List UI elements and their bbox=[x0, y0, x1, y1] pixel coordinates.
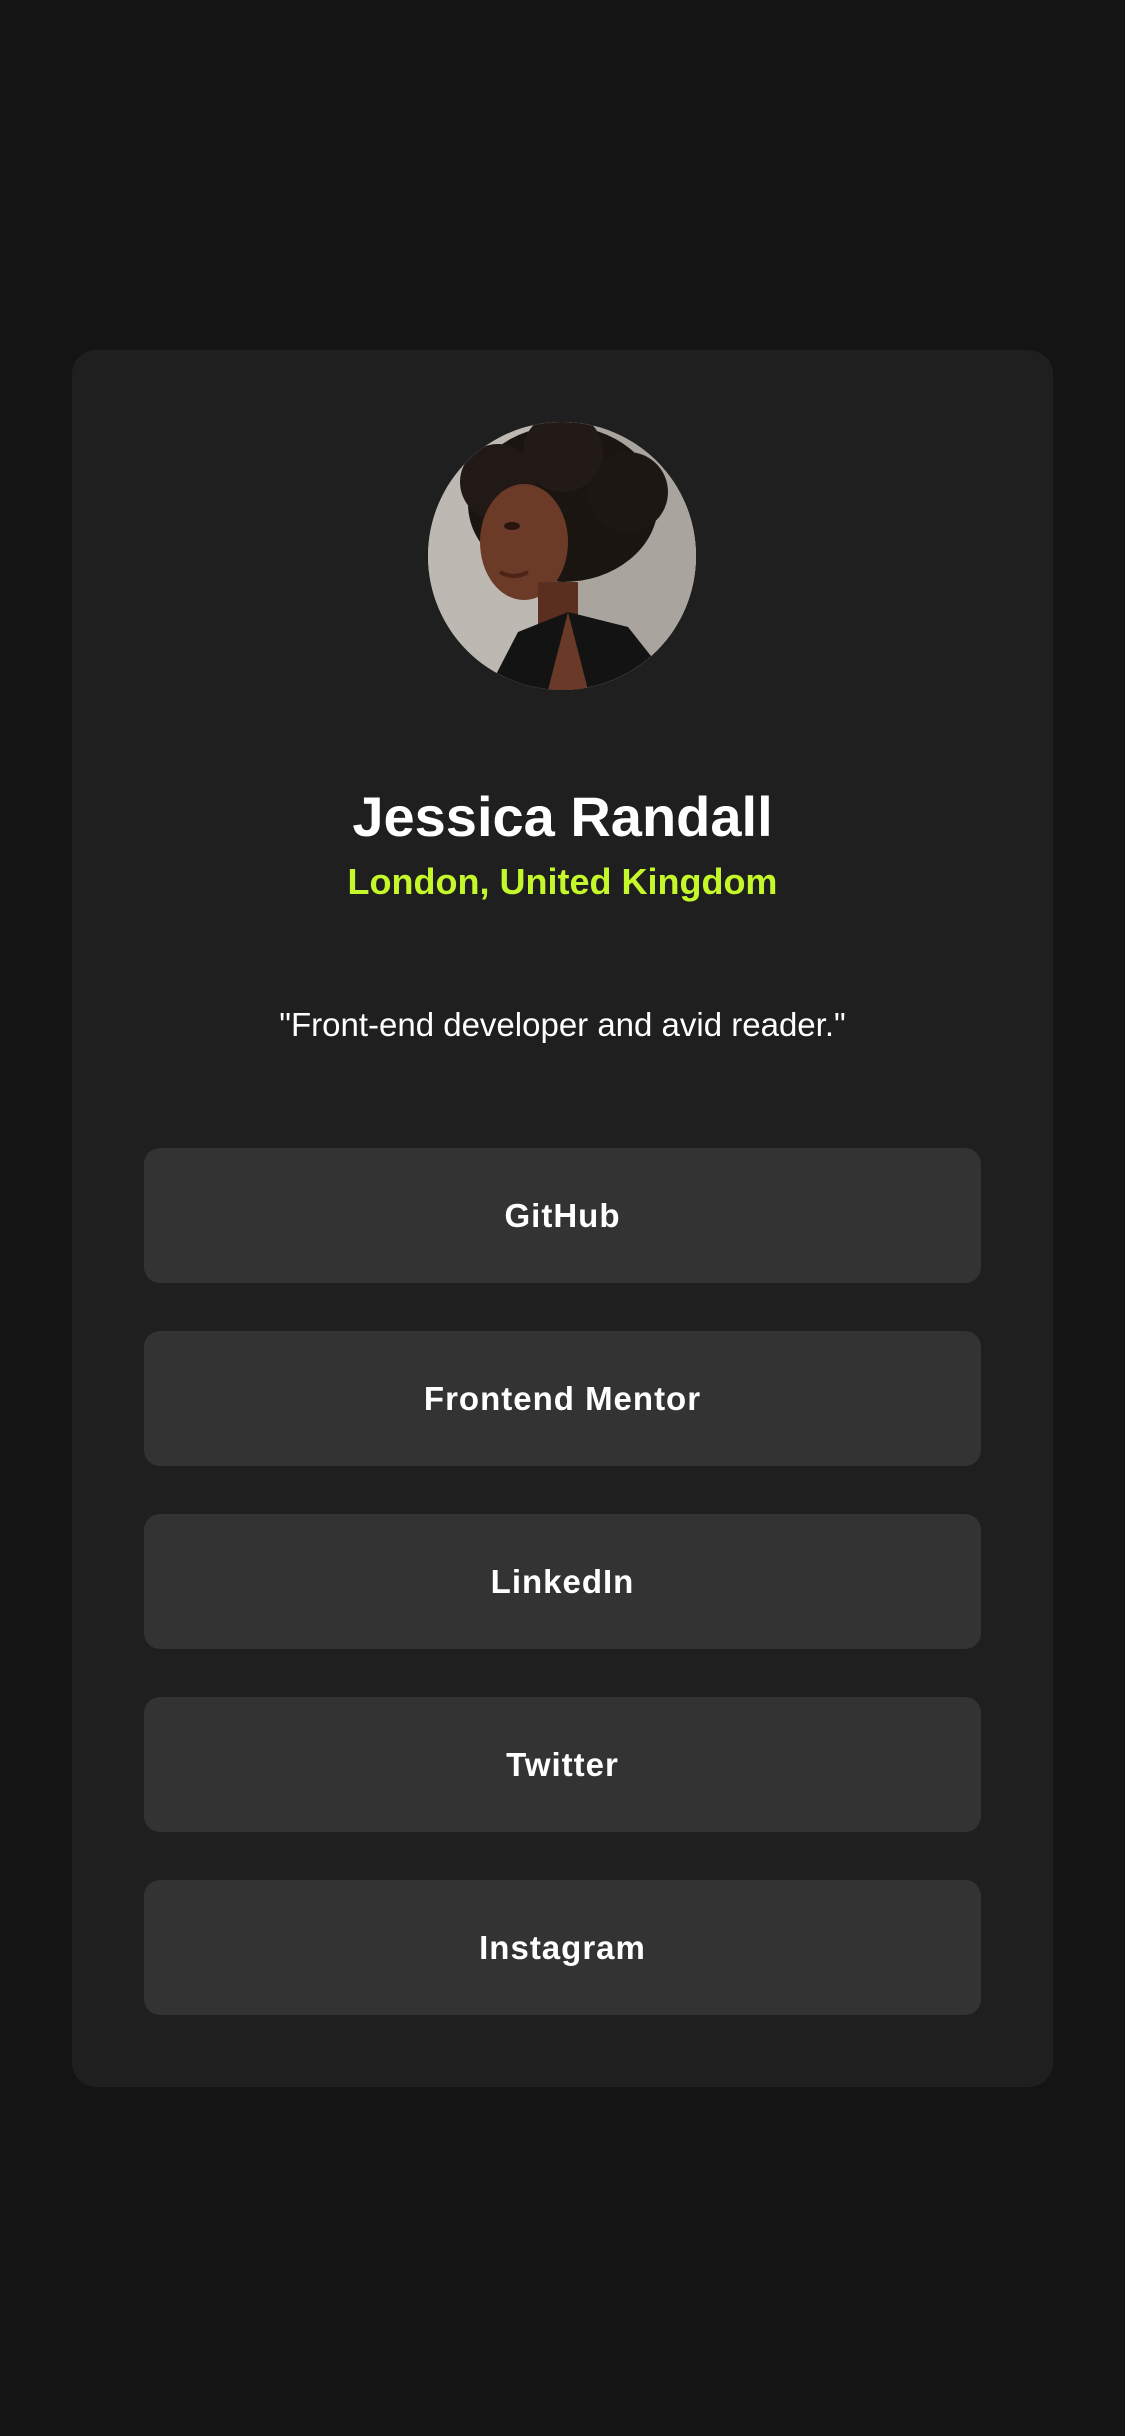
twitter-link-button[interactable]: Twitter bbox=[144, 1697, 981, 1832]
social-links-list: GitHub Frontend Mentor LinkedIn Twitter … bbox=[144, 1148, 981, 2015]
profile-name: Jessica Randall bbox=[352, 785, 773, 848]
avatar bbox=[428, 422, 696, 690]
instagram-link-button[interactable]: Instagram bbox=[144, 1880, 981, 2015]
profile-card: Jessica Randall London, United Kingdom "… bbox=[72, 350, 1053, 2087]
profile-photo-icon bbox=[428, 422, 696, 690]
profile-location: London, United Kingdom bbox=[347, 861, 778, 902]
frontend-mentor-link-button[interactable]: Frontend Mentor bbox=[144, 1331, 981, 1466]
profile-bio: "Front-end developer and avid reader." bbox=[279, 1006, 846, 1043]
github-link-button[interactable]: GitHub bbox=[144, 1148, 981, 1283]
linkedin-link-button[interactable]: LinkedIn bbox=[144, 1514, 981, 1649]
